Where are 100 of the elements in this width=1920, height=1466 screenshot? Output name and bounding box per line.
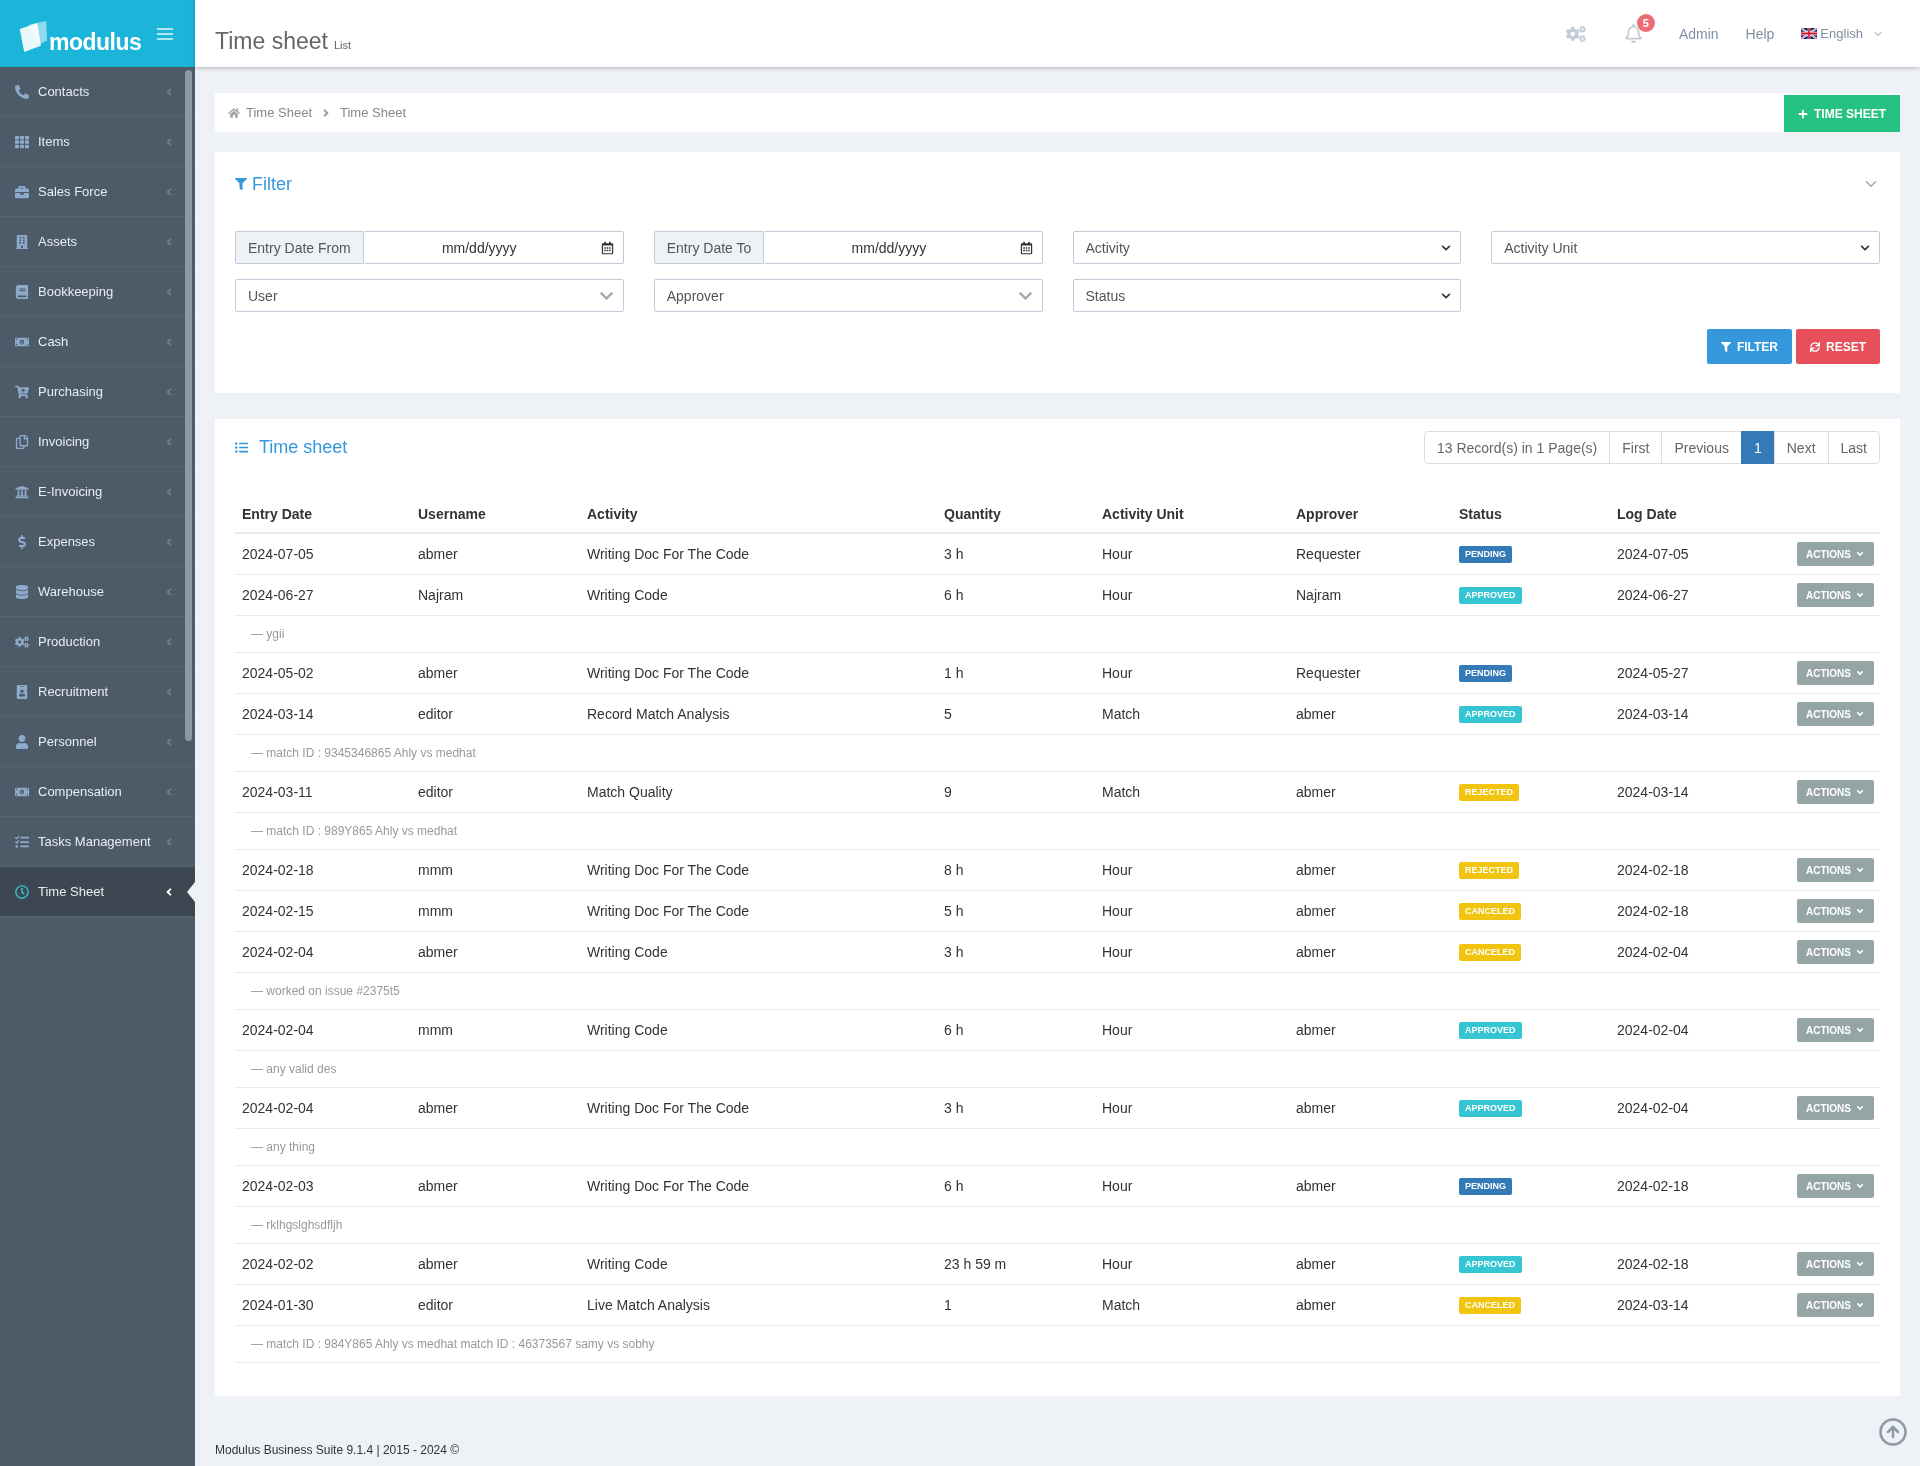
username: mmm [418, 903, 453, 919]
actions-button[interactable]: ACTIONS [1797, 1293, 1874, 1317]
dropdown-field[interactable]: User [235, 279, 624, 312]
scrollbar[interactable] [185, 70, 192, 741]
add-time-sheet-button[interactable]: TIME SHEET [1784, 95, 1900, 132]
approver-name: abmer [1296, 1297, 1336, 1313]
entry-date: 2024-02-15 [242, 903, 314, 919]
dropdown-field[interactable]: Approver [653, 279, 1043, 312]
username: mmm [418, 1022, 453, 1038]
approver-name: abmer [1296, 862, 1336, 878]
reset-button[interactable]: RESET [1796, 329, 1880, 364]
grid-icon [15, 134, 29, 149]
actions-button[interactable]: ACTIONS [1797, 1018, 1874, 1042]
briefcase-icon [15, 184, 29, 199]
caret-icon [1855, 787, 1865, 797]
funnel-icon [235, 178, 247, 190]
entry-date: 2024-02-18 [242, 862, 314, 878]
caret-icon [1855, 549, 1865, 559]
nav-link[interactable]: Admin [1678, 25, 1719, 42]
language-selector[interactable]: English [1801, 26, 1884, 41]
pagination-button[interactable]: First [1609, 431, 1663, 464]
arrow-up-circle-icon[interactable] [1878, 1417, 1908, 1447]
activity-unit: Hour [1102, 665, 1133, 681]
calendar-icon[interactable] [1019, 241, 1033, 254]
log-date: 2024-02-04 [1617, 1022, 1689, 1038]
log-date: 2024-02-18 [1617, 1178, 1689, 1194]
status-badge: APPROVED [1459, 1255, 1522, 1273]
dropdown-field[interactable]: Activity Unit [1491, 231, 1880, 264]
actions-button[interactable]: ACTIONS [1797, 940, 1874, 964]
date-field[interactable]: mm/dd/yyyy [764, 231, 1043, 264]
activity-unit: Hour [1102, 944, 1133, 960]
status-badge: APPROVED [1459, 586, 1522, 604]
pagination-button[interactable]: Last [1827, 431, 1880, 464]
approver-name: abmer [1296, 784, 1336, 800]
username: abmer [418, 1256, 458, 1272]
actions-button[interactable]: ACTIONS [1797, 661, 1874, 685]
entry-note: — match ID : 984Y865 Ahly vs medhat match ID : 46373567 samy vs sobhy [251, 1337, 655, 1351]
pagination-button[interactable]: 1 [1740, 431, 1775, 464]
actions-button[interactable]: ACTIONS [1797, 702, 1874, 726]
status-badge: CANCELED [1459, 943, 1521, 961]
plus-icon [1798, 108, 1808, 119]
username: abmer [418, 1100, 458, 1116]
entry-date: 2024-01-30 [242, 1297, 314, 1313]
gears-icon[interactable] [1565, 23, 1586, 44]
entry-note: — match ID : 9345346865 Ahly vs medhat [251, 746, 476, 760]
quantity: 8 h [944, 862, 964, 878]
activity-unit: Hour [1102, 1022, 1133, 1038]
activity-unit: Hour [1102, 1256, 1133, 1272]
activity-unit: Match [1102, 706, 1141, 722]
actions-button[interactable]: ACTIONS [1797, 1096, 1874, 1120]
quantity: 5 h [944, 903, 964, 919]
field-label: Entry Date From [235, 231, 364, 264]
column-header: Username [418, 506, 486, 522]
actions-button[interactable]: ACTIONS [1797, 858, 1874, 882]
refresh-icon [1810, 341, 1820, 352]
cart-icon [15, 384, 29, 399]
column-header: Entry Date [242, 506, 313, 522]
entry-note: — match ID : 989Y865 Ahly vs medhat [251, 824, 458, 838]
actions-button[interactable]: ACTIONS [1797, 542, 1874, 566]
quantity: 3 h [944, 1100, 964, 1116]
dropdown-field[interactable]: Activity [1072, 231, 1462, 264]
gears-icon [15, 634, 29, 649]
list-icon [235, 441, 248, 454]
caret-icon [1441, 290, 1452, 301]
approver-name: abmer [1296, 903, 1336, 919]
dropdown-field[interactable]: Status [1072, 279, 1462, 312]
sidebar-item[interactable]: Compensation [0, 767, 195, 817]
caret-icon [1855, 947, 1865, 957]
approver-name: Requester [1296, 546, 1361, 562]
approver-name: abmer [1296, 1256, 1336, 1272]
approver-name: abmer [1296, 1178, 1336, 1194]
documents-icon [15, 434, 29, 449]
actions-button[interactable]: ACTIONS [1797, 583, 1874, 607]
pagination-button[interactable]: Previous [1661, 431, 1742, 464]
calendar-icon[interactable] [600, 241, 614, 254]
activity-unit: Hour [1102, 587, 1133, 603]
activity-name: Writing Doc For The Code [587, 862, 750, 878]
username: mmm [418, 862, 453, 878]
sidebar-item[interactable]: Time Sheet [0, 867, 195, 917]
activity-name: Writing Code [587, 1022, 668, 1038]
actions-button[interactable]: ACTIONS [1797, 899, 1874, 923]
actions-button[interactable]: ACTIONS [1797, 780, 1874, 804]
field-label: Entry Date To [653, 231, 765, 264]
actions-button[interactable]: ACTIONS [1797, 1252, 1874, 1276]
pagination-button[interactable]: Next [1773, 431, 1829, 464]
clock-icon [15, 884, 29, 899]
column-header: Activity [587, 506, 638, 522]
funnel-icon [1720, 341, 1731, 352]
username: abmer [418, 665, 458, 681]
status-badge: APPROVED [1459, 705, 1522, 723]
filter-button[interactable]: FILTER [1706, 329, 1792, 364]
log-date: 2024-05-27 [1617, 665, 1689, 681]
breadcrumb-link[interactable]: Time Sheet [246, 105, 312, 120]
quantity: 9 [944, 784, 952, 800]
entry-date: 2024-07-05 [242, 546, 314, 562]
actions-button[interactable]: ACTIONS [1797, 1174, 1874, 1198]
status-badge: REJECTED [1459, 861, 1519, 879]
breadcrumb-link[interactable]: Time Sheet [340, 105, 406, 120]
date-field[interactable]: mm/dd/yyyy [363, 231, 624, 264]
nav-link[interactable]: Help [1745, 25, 1775, 42]
